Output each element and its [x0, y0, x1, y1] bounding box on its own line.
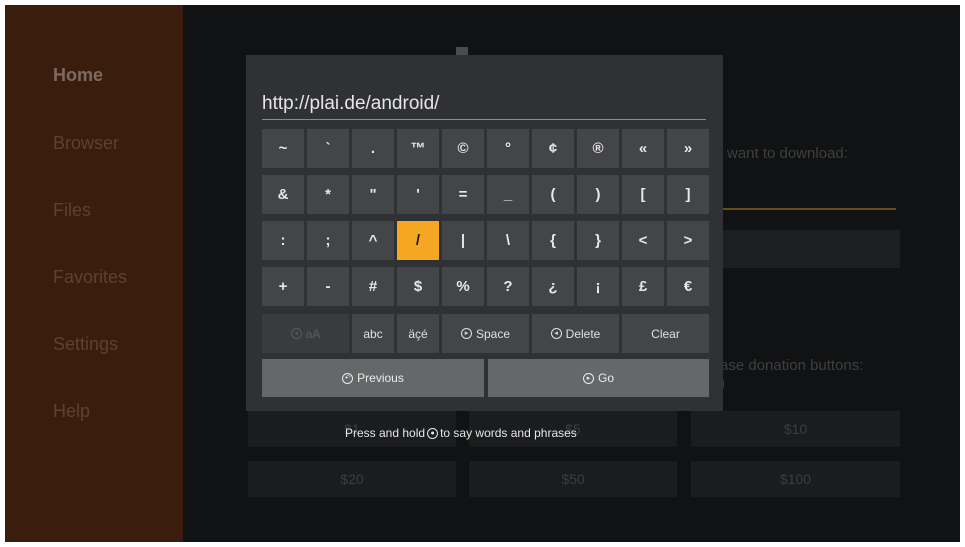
dialog-notch	[456, 47, 468, 55]
go-button-label: Go	[597, 371, 614, 385]
key-r1-c6[interactable]: °	[487, 129, 529, 168]
tv-screen: Home Browser Files Favorites Settings He…	[5, 5, 960, 542]
shift-key[interactable]: ◂ aA	[262, 314, 349, 353]
key-r4-c6[interactable]: ?	[487, 267, 529, 306]
sidebar-item-browser[interactable]: Browser	[53, 133, 119, 154]
donation-button-50[interactable]: $50	[469, 461, 677, 497]
key-r4-c9[interactable]: £	[622, 267, 664, 306]
key-r3-c2[interactable]: ;	[307, 221, 349, 260]
voice-hint: Press and hold ● to say words and phrase…	[345, 426, 577, 440]
sidebar-item-settings[interactable]: Settings	[53, 334, 118, 355]
key-r2-c10[interactable]: ]	[667, 175, 709, 214]
key-r3-c4[interactable]: /	[397, 221, 439, 260]
url-field-underline	[262, 119, 706, 120]
key-r1-c10[interactable]: »	[667, 129, 709, 168]
key-r4-c5[interactable]: %	[442, 267, 484, 306]
space-key[interactable]: ▸ Space	[442, 314, 529, 353]
key-r2-c2[interactable]: *	[307, 175, 349, 214]
shift-circle-icon: ◂	[290, 328, 302, 339]
back-circle-icon: ↶	[342, 372, 354, 384]
delete-key-label: Delete	[565, 326, 601, 341]
sidebar-item-home[interactable]: Home	[53, 65, 103, 86]
url-text-field[interactable]: http://plai.de/android/	[262, 93, 706, 117]
key-r4-c8[interactable]: ¡	[577, 267, 619, 306]
key-r4-c10[interactable]: €	[667, 267, 709, 306]
sidebar-item-files[interactable]: Files	[53, 200, 91, 221]
sidebar-item-favorites[interactable]: Favorites	[53, 267, 127, 288]
key-r1-c3[interactable]: .	[352, 129, 394, 168]
space-key-label: Space	[475, 326, 511, 341]
voice-hint-suffix: to say words and phrases	[440, 426, 577, 440]
space-circle-icon: ▸	[460, 328, 472, 339]
key-r4-c2[interactable]: -	[307, 267, 349, 306]
accents-key[interactable]: äçé	[397, 314, 439, 353]
voice-hint-prefix: Press and hold	[345, 426, 426, 440]
url-input-underline	[718, 208, 896, 210]
key-r2-c5[interactable]: =	[442, 175, 484, 214]
key-r1-c7[interactable]: ¢	[532, 129, 574, 168]
key-r1-c5[interactable]: ©	[442, 129, 484, 168]
delete-circle-icon: ◂	[550, 328, 562, 339]
key-r4-c3[interactable]: #	[352, 267, 394, 306]
accents-key-label: äçé	[408, 326, 428, 341]
donation-button-100[interactable]: $100	[691, 461, 900, 497]
key-r1-c8[interactable]: ®	[577, 129, 619, 168]
key-r2-c3[interactable]: "	[352, 175, 394, 214]
sidebar: Home Browser Files Favorites Settings He…	[5, 5, 183, 542]
key-r1-c1[interactable]: ~	[262, 129, 304, 168]
key-r3-c6[interactable]: \	[487, 221, 529, 260]
key-r2-c7[interactable]: (	[532, 175, 574, 214]
key-r2-c1[interactable]: &	[262, 175, 304, 214]
previous-button-label: Previous	[357, 371, 404, 385]
key-r3-c9[interactable]: <	[622, 221, 664, 260]
delete-key[interactable]: ◂ Delete	[532, 314, 619, 353]
key-r1-c4[interactable]: ™	[397, 129, 439, 168]
previous-button[interactable]: ↶ Previous	[262, 359, 484, 397]
key-r3-c8[interactable]: }	[577, 221, 619, 260]
clear-key[interactable]: Clear	[622, 314, 709, 353]
key-r4-c1[interactable]: +	[262, 267, 304, 306]
key-r1-c9[interactable]: «	[622, 129, 664, 168]
donation-button-20[interactable]: $20	[248, 461, 456, 497]
clear-key-label: Clear	[651, 326, 680, 341]
donation-prompt: ase donation buttons:	[720, 357, 864, 374]
key-r2-c6[interactable]: _	[487, 175, 529, 214]
download-go-button[interactable]	[718, 230, 900, 268]
keyboard-dialog: http://plai.de/android/ ~ `. ™ © ° ¢ ® «» & * " ' = _…	[246, 55, 723, 411]
key-r3-c1[interactable]: :	[262, 221, 304, 260]
key-r3-c10[interactable]: >	[667, 221, 709, 260]
key-r3-c7[interactable]: {	[532, 221, 574, 260]
shift-key-label: aA	[305, 326, 321, 341]
key-r3-c3[interactable]: ^	[352, 221, 394, 260]
key-r4-c7[interactable]: ¿	[532, 267, 574, 306]
donation-button-10[interactable]: $10	[691, 411, 900, 447]
go-button[interactable]: ▸ Go	[488, 359, 709, 397]
download-prompt: want to download:	[727, 145, 848, 162]
sidebar-item-help[interactable]: Help	[53, 401, 90, 422]
microphone-icon: ●	[427, 427, 439, 439]
key-r3-c5[interactable]: |	[442, 221, 484, 260]
key-r1-c2[interactable]: `	[307, 129, 349, 168]
key-r4-c4[interactable]: $	[397, 267, 439, 306]
abc-key[interactable]: abc	[352, 314, 394, 353]
play-circle-icon: ▸	[582, 372, 594, 384]
key-r2-c4[interactable]: '	[397, 175, 439, 214]
abc-key-label: abc	[363, 326, 383, 341]
key-r2-c8[interactable]: )	[577, 175, 619, 214]
key-r2-c9[interactable]: [	[622, 175, 664, 214]
